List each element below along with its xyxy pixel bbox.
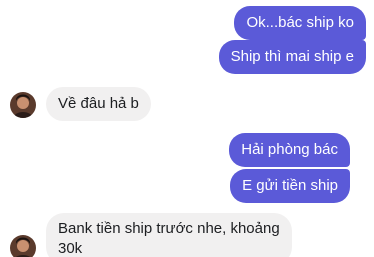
message-bubble-outgoing[interactable]: E gửi tiền ship [230, 169, 350, 203]
message-text: E gửi tiền ship [242, 177, 338, 194]
contact-avatar-icon[interactable] [10, 235, 36, 257]
message-text-line: Bank tiền ship trước nhe, khoảng [58, 220, 280, 237]
message-bubble-outgoing[interactable]: Ship thì mai ship e [218, 40, 366, 74]
message-text: Hải phòng bác [241, 141, 338, 158]
message-bubble-outgoing[interactable]: Ok...bác ship ko [234, 6, 366, 40]
message-text: Về đâu hả b [58, 95, 139, 112]
message-text-line: 30k [58, 240, 83, 257]
contact-avatar-icon[interactable] [10, 92, 36, 118]
message-text: Ok...bác ship ko [246, 14, 354, 31]
message-text: Ship thì mai ship e [230, 48, 354, 65]
message-bubble-outgoing[interactable]: Hải phòng bác [229, 133, 350, 167]
message-bubble-incoming[interactable]: Bank tiền ship trước nhe, khoảng 30k [46, 213, 292, 257]
message-bubble-incoming[interactable]: Về đâu hả b [46, 87, 151, 121]
